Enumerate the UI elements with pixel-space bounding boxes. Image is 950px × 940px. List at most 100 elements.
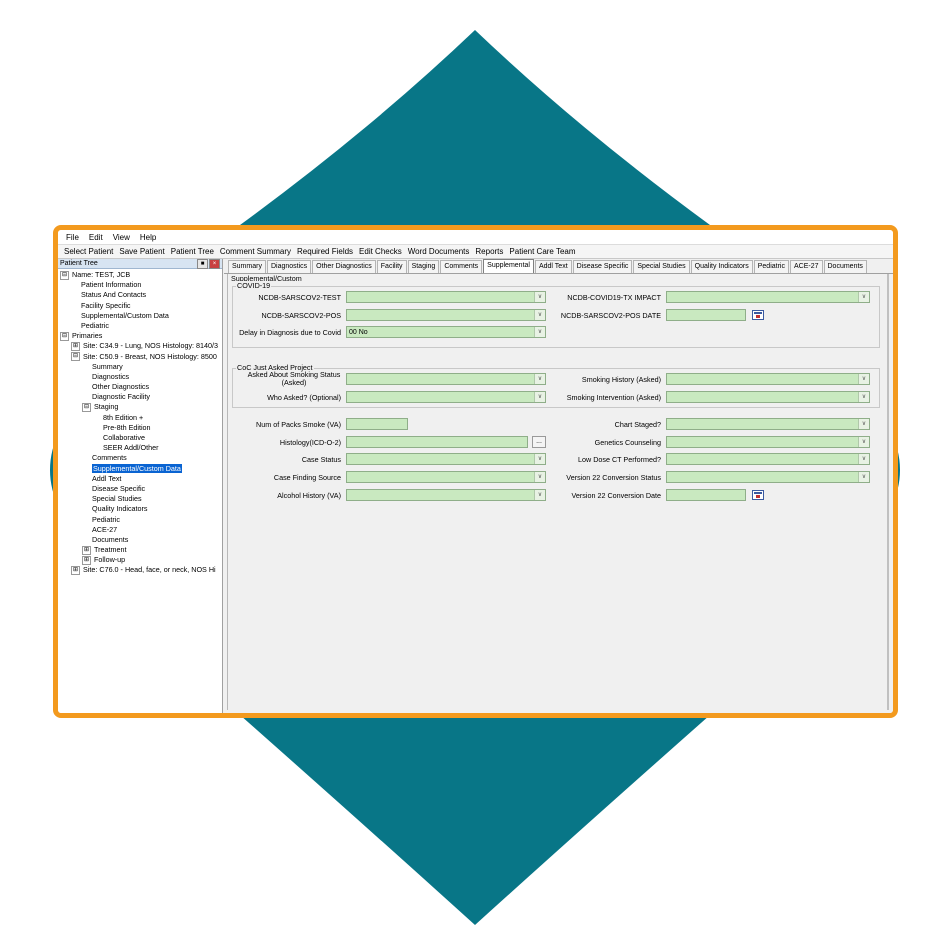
edit-checks-button[interactable]: Edit Checks — [359, 247, 402, 256]
covid19-tx-impact-select[interactable]: ∨ — [666, 291, 870, 303]
main-content: Summary Diagnostics Other Diagnostics Facil… — [224, 259, 893, 713]
histology-input[interactable] — [346, 436, 528, 448]
tree-node[interactable]: ⊞ Follow-up — [58, 555, 222, 565]
menu-file[interactable]: File — [66, 233, 79, 242]
delay-diagnosis-select[interactable]: 00 No ∨ — [346, 326, 546, 338]
alcohol-history-select[interactable]: ∨ — [346, 489, 546, 501]
reports-button[interactable]: Reports — [475, 247, 503, 256]
word-documents-button[interactable]: Word Documents — [408, 247, 470, 256]
tree-node[interactable]: 8th Edition + — [58, 413, 222, 423]
tree-node[interactable]: ⊟ Site: C50.9 - Breast, NOS Histology: 85… — [58, 352, 222, 362]
tree-node[interactable]: Other Diagnostics — [58, 382, 222, 392]
tree-node-label: Supplemental/Custom Data — [81, 310, 169, 320]
collapse-icon[interactable]: ⊟ — [60, 331, 69, 341]
close-icon[interactable]: × — [209, 258, 220, 269]
tree-node[interactable]: Diagnostic Facility — [58, 392, 222, 402]
tab-comments[interactable]: Comments — [440, 260, 483, 273]
chevron-down-icon: ∨ — [858, 472, 869, 482]
pin-icon[interactable]: ■ — [197, 258, 208, 269]
tree-node-label: Addl Text — [92, 473, 122, 483]
tree-node[interactable]: Supplemental/Custom Data — [58, 463, 222, 474]
tab-special-studies[interactable]: Special Studies — [633, 260, 690, 273]
histology-browse-button[interactable]: ... — [532, 436, 546, 448]
tree-node[interactable]: ⊟ Primaries — [58, 331, 222, 341]
tree-node[interactable]: Patient Information — [58, 280, 222, 290]
case-status-select[interactable]: ∨ — [346, 453, 546, 465]
expand-icon[interactable]: ⊞ — [82, 555, 91, 565]
patient-tree-button[interactable]: Patient Tree — [171, 247, 214, 256]
num-packs-input[interactable] — [346, 418, 408, 430]
tab-diagnostics[interactable]: Diagnostics — [266, 260, 312, 273]
collapse-icon[interactable]: ⊟ — [71, 352, 80, 362]
tree-node[interactable]: Pediatric — [58, 515, 222, 525]
tree-node[interactable]: Facility Specific — [58, 301, 222, 311]
case-finding-select[interactable]: ∨ — [346, 471, 546, 483]
menu-view[interactable]: View — [113, 233, 130, 242]
patient-care-team-button[interactable]: Patient Care Team — [509, 247, 575, 256]
tab-other-diagnostics[interactable]: Other Diagnostics — [312, 260, 376, 273]
v22-date-input[interactable] — [666, 489, 746, 501]
tree-node[interactable]: Disease Specific — [58, 484, 222, 494]
tree-node[interactable]: ⊞ Site: C76.0 - Head, face, or neck, NOS … — [58, 565, 222, 576]
tree-node-label: Site: C76.0 - Head, face, or neck, NOS H… — [83, 565, 216, 575]
menu-edit[interactable]: Edit — [89, 233, 103, 242]
sarscov2-pos-date-input[interactable] — [666, 309, 746, 321]
smoking-intervention-select[interactable]: ∨ — [666, 391, 870, 403]
tab-facility[interactable]: Facility — [376, 260, 407, 273]
tree-node[interactable]: Quality Indicators — [58, 504, 222, 514]
sarscov2-test-select[interactable]: ∨ — [346, 291, 546, 303]
tree-node[interactable]: Comments — [58, 453, 222, 463]
select-patient-button[interactable]: Select Patient — [64, 247, 113, 256]
tree-node[interactable]: Diagnostics — [58, 372, 222, 382]
sarscov2-pos-select[interactable]: ∨ — [346, 309, 546, 321]
calendar-icon[interactable] — [752, 490, 764, 500]
expand-icon[interactable]: ⊞ — [82, 545, 91, 555]
tree-node[interactable]: SEER Addl/Other — [58, 443, 222, 453]
patient-tree-title: Patient Tree — [60, 260, 98, 267]
smoking-status-select[interactable]: ∨ — [346, 373, 546, 385]
tree-node[interactable]: Supplemental/Custom Data — [58, 311, 222, 321]
tree-node[interactable]: Status And Contacts — [58, 290, 222, 300]
v22-status-select[interactable]: ∨ — [666, 471, 870, 483]
tab-pediatric[interactable]: Pediatric — [753, 260, 789, 273]
tree-node[interactable]: ⊟ Staging — [58, 402, 222, 413]
tab-staging[interactable]: Staging — [407, 260, 440, 273]
tab-disease-specific[interactable]: Disease Specific — [572, 260, 633, 273]
save-patient-button[interactable]: Save Patient — [119, 247, 164, 256]
calendar-icon[interactable] — [752, 310, 764, 320]
smoking-history-select[interactable]: ∨ — [666, 373, 870, 385]
tree-node[interactable]: Collaborative — [58, 433, 222, 443]
menu-help[interactable]: Help — [140, 233, 156, 242]
collapse-icon[interactable]: ⊟ — [60, 270, 69, 280]
tab-quality-indicators[interactable]: Quality Indicators — [690, 260, 753, 273]
chart-staged-select[interactable]: ∨ — [666, 418, 870, 430]
expand-icon[interactable]: ⊞ — [71, 341, 80, 351]
tree-node[interactable]: Pediatric — [58, 321, 222, 331]
tree-node[interactable]: ⊞ Treatment — [58, 545, 222, 555]
tree-node-label: Supplemental/Custom Data — [92, 463, 182, 473]
expand-icon[interactable]: ⊞ — [71, 566, 80, 576]
tree-node[interactable]: ⊟ Name: TEST, JCB — [58, 270, 222, 280]
tree-node-label: Facility Specific — [81, 300, 131, 310]
tab-supplemental[interactable]: Supplemental — [483, 259, 534, 273]
covid19-tx-impact-label: NCDB-COVID19-TX IMPACT — [567, 293, 661, 302]
tab-addl-text[interactable]: Addl Text — [534, 260, 572, 273]
low-dose-ct-select[interactable]: ∨ — [666, 453, 870, 465]
who-asked-select[interactable]: ∨ — [346, 391, 546, 403]
tree-node[interactable]: Summary — [58, 362, 222, 372]
patient-tree: ⊟ Name: TEST, JCB Patient Information Statu… — [58, 269, 222, 576]
covid-group-title: COVID-19 — [236, 281, 272, 290]
tree-node[interactable]: Documents — [58, 535, 222, 545]
required-fields-button[interactable]: Required Fields — [297, 247, 353, 256]
tab-ace-27[interactable]: ACE-27 — [789, 260, 823, 273]
tab-summary[interactable]: Summary — [228, 260, 266, 273]
tree-node[interactable]: Pre-8th Edition — [58, 423, 222, 433]
tree-node[interactable]: ⊞ Site: C34.9 - Lung, NOS Histology: 8140… — [58, 341, 222, 351]
comment-summary-button[interactable]: Comment Summary — [220, 247, 291, 256]
tree-node[interactable]: ACE-27 — [58, 525, 222, 535]
tree-node[interactable]: Addl Text — [58, 474, 222, 484]
tab-documents[interactable]: Documents — [823, 260, 867, 273]
tree-node[interactable]: Special Studies — [58, 494, 222, 504]
collapse-icon[interactable]: ⊟ — [82, 403, 91, 413]
genetics-counseling-select[interactable]: ∨ — [666, 436, 870, 448]
